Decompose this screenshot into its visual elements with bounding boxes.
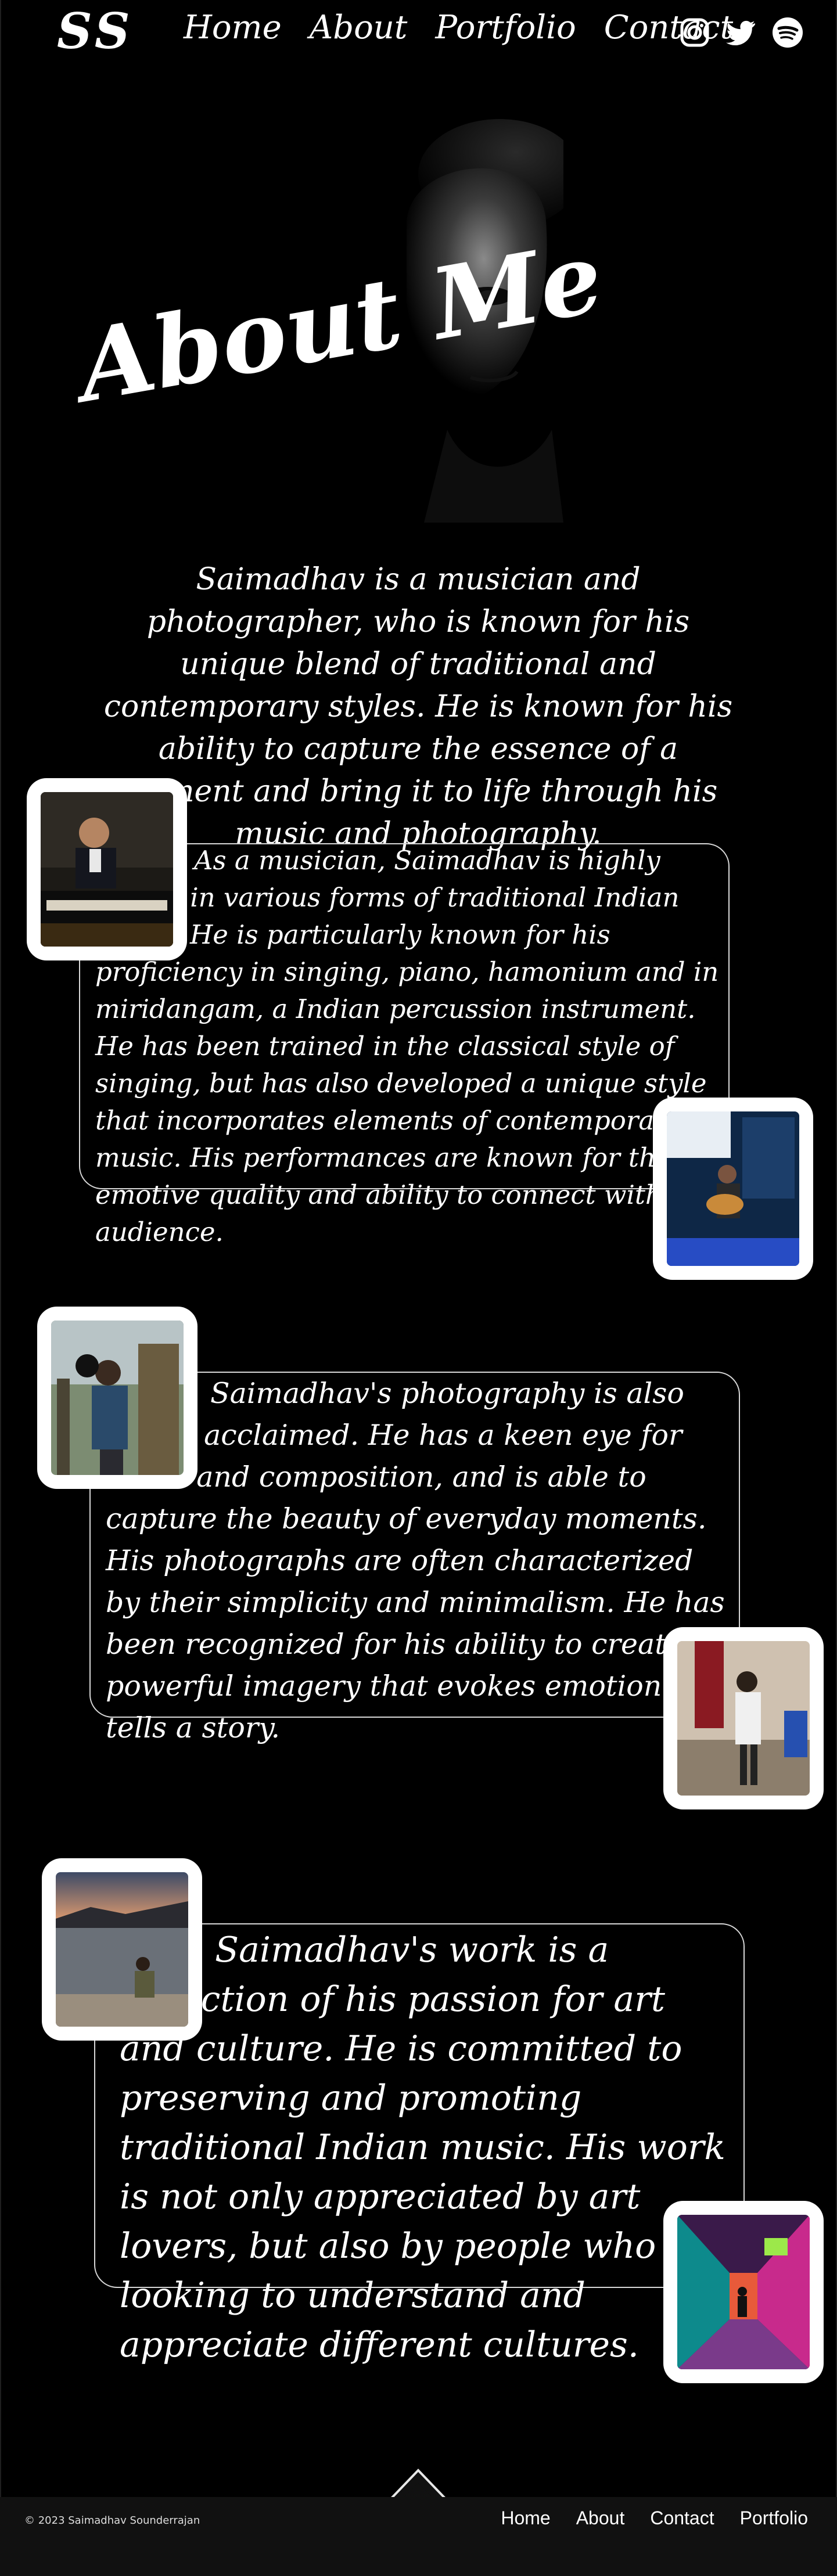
footer-portfolio-link[interactable]: Portfolio [740, 2507, 808, 2529]
violin-photo [663, 1627, 824, 1809]
footer-nav: Home About Contact Portfolio [501, 2507, 808, 2529]
nav-home-link[interactable]: Home [184, 12, 282, 44]
neon-corridor-photo [663, 2201, 824, 2383]
main-nav: Home About Portfolio Contact [184, 12, 733, 44]
nav-about-link[interactable]: About [310, 12, 408, 44]
lake-sunset-photo [42, 1858, 202, 2041]
copyright-text: © 2023 Saimadhav Sounderrajan [24, 2514, 200, 2527]
spotify-icon[interactable] [771, 16, 804, 49]
footer-contact-link[interactable]: Contact [650, 2507, 714, 2529]
musician-text: As a musician, Saimadhav is highly skill… [95, 845, 719, 1247]
instagram-icon[interactable] [678, 16, 711, 49]
scroll-to-top-button[interactable] [382, 2462, 454, 2501]
intro-paragraph: Saimadhav is a musician and photographer… [103, 562, 733, 851]
twitter-icon[interactable] [725, 16, 757, 49]
guitar-concert-photo [653, 1098, 813, 1280]
camera-photo [37, 1307, 197, 1489]
piano-photo [27, 778, 187, 960]
nav-portfolio-link[interactable]: Portfolio [435, 12, 576, 44]
social-links [678, 16, 804, 49]
footer-home-link[interactable]: Home [501, 2507, 550, 2529]
site-logo[interactable]: SS [57, 7, 133, 56]
photography-text: Saimadhav's photography is also highly a… [106, 1377, 725, 1744]
site-header: SS Home About Portfolio Contact [0, 0, 837, 70]
culture-text: Saimadhav's work is a reflection of his … [120, 1930, 725, 2365]
footer-about-link[interactable]: About [576, 2507, 625, 2529]
